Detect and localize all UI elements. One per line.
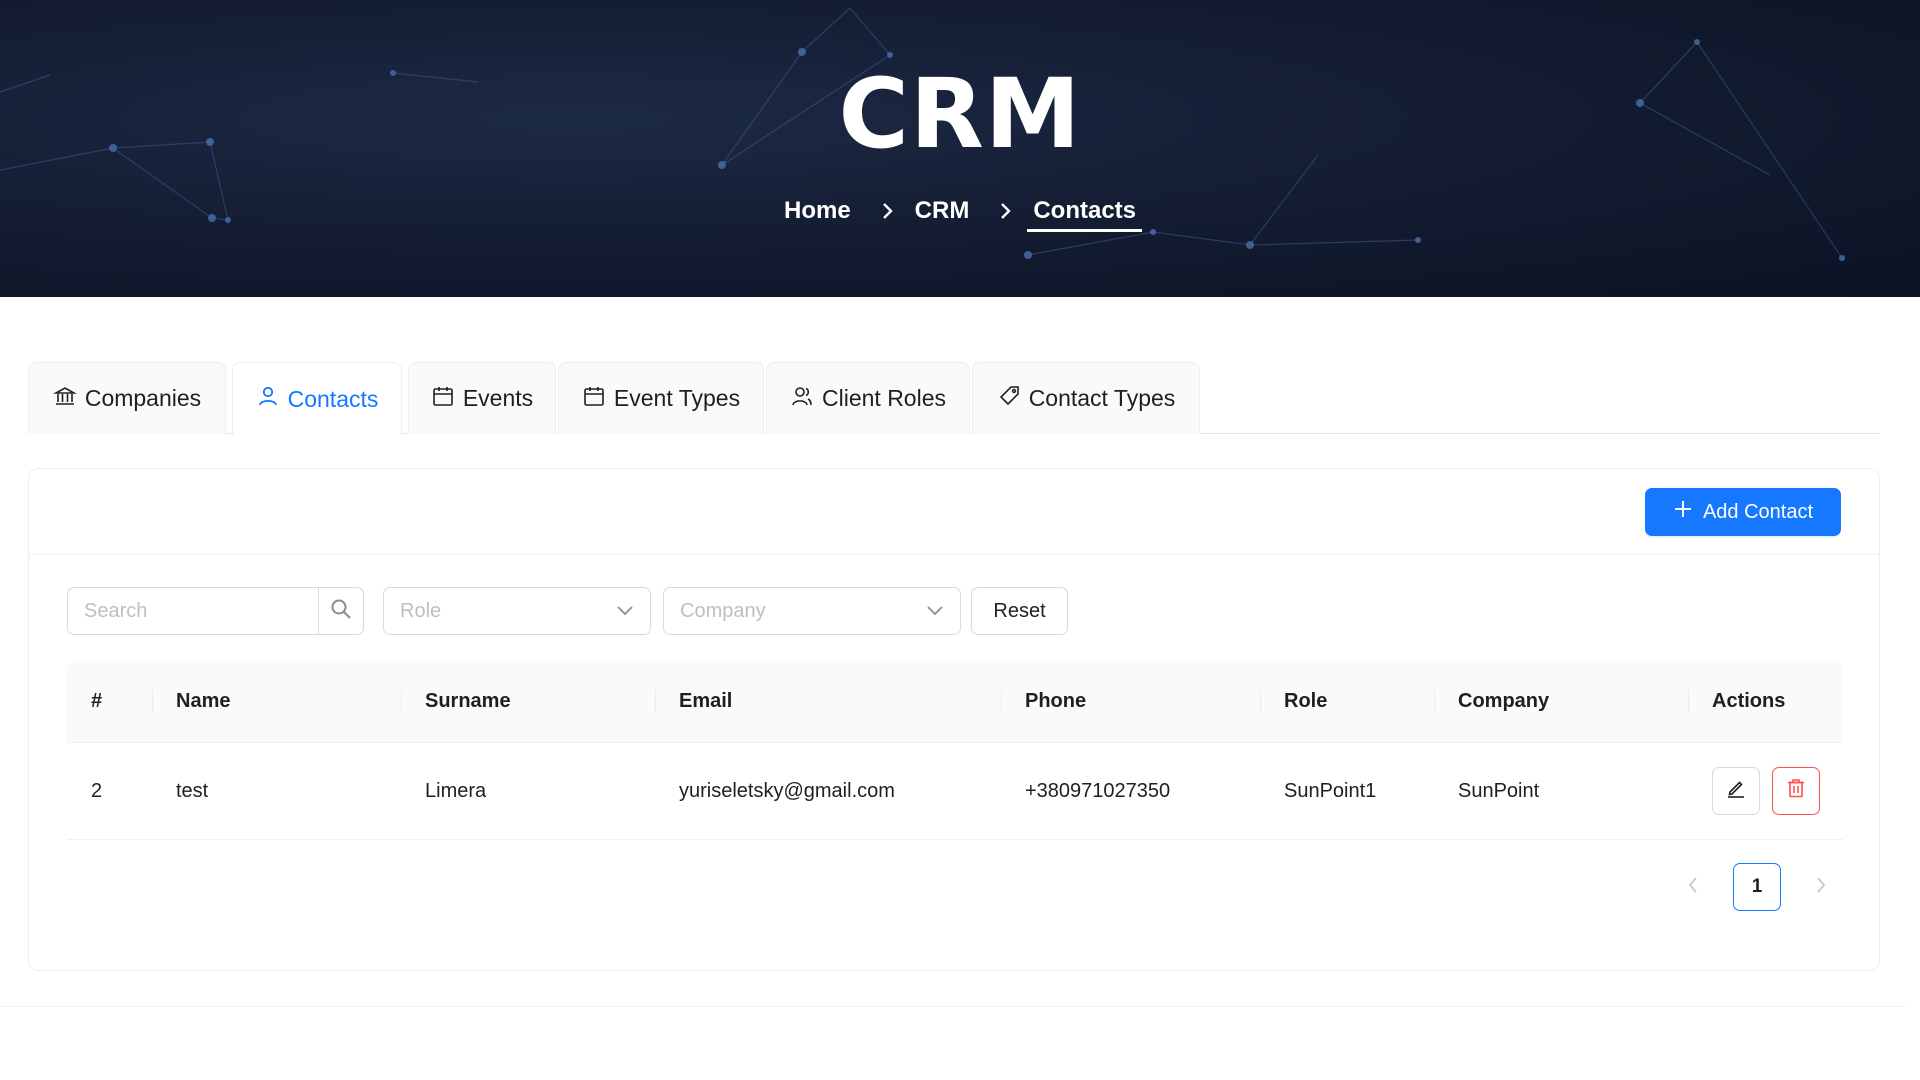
edit-button[interactable] [1712, 767, 1760, 815]
cell-phone: +380971027350 [1025, 779, 1171, 802]
cell-email: yuriseletsky@gmail.com [679, 779, 895, 802]
tab-events[interactable]: Events [408, 362, 556, 434]
column-header-index: # [91, 690, 103, 712]
table-row: 2 test Limera yuriseletsky@gmail.com +38… [67, 743, 1843, 840]
table-header: # Name Surname Email Phone Role Company … [67, 661, 1843, 743]
breadcrumb-contacts: Contacts [1027, 197, 1143, 232]
tab-label: Companies [84, 385, 202, 411]
company-placeholder: Company [680, 599, 766, 622]
pagination: 1 [1673, 863, 1841, 911]
plus-icon [1673, 499, 1693, 525]
contacts-table: # Name Surname Email Phone Role Company … [67, 661, 1843, 840]
user-icon [256, 384, 280, 414]
page-divider [0, 1006, 1906, 1007]
cell-index: 2 [91, 779, 103, 802]
cell-actions [1712, 743, 1820, 839]
role-placeholder: Role [400, 599, 442, 622]
trash-icon [1785, 777, 1807, 805]
tab-client-roles[interactable]: Client Roles [766, 362, 970, 434]
tab-contact-types[interactable]: Contact Types [972, 362, 1200, 434]
search-button[interactable] [318, 587, 364, 635]
chevron-right-icon [1815, 876, 1827, 899]
tab-label: Client Roles [822, 385, 946, 411]
role-select[interactable]: Role [383, 587, 651, 635]
chevron-right-icon [995, 200, 1017, 222]
column-header-actions: Actions [1688, 661, 1785, 742]
tab-event-types[interactable]: Event Types [558, 362, 764, 434]
calendar-icon [431, 384, 455, 414]
tab-label: Contacts [287, 385, 379, 412]
column-header-phone: Phone [1001, 661, 1086, 742]
bank-icon [52, 384, 77, 414]
breadcrumb-crm[interactable]: CRM [909, 197, 976, 225]
chevron-down-icon [926, 600, 944, 623]
column-header-name: Name [152, 661, 230, 742]
breadcrumb: Home CRM Contacts [0, 190, 1920, 232]
cell-company: SunPoint [1458, 779, 1540, 802]
column-header-role: Role [1260, 661, 1327, 742]
breadcrumb-home[interactable]: Home [778, 197, 857, 225]
delete-button[interactable] [1772, 767, 1820, 815]
reset-button[interactable]: Reset [971, 587, 1068, 635]
tab-companies[interactable]: Companies [28, 362, 226, 434]
calendar-icon [582, 384, 606, 414]
edit-icon [1725, 777, 1747, 805]
chevron-right-icon [877, 200, 899, 222]
search-group [67, 587, 364, 635]
add-contact-button[interactable]: Add Contact [1645, 488, 1841, 536]
users-icon [790, 384, 814, 414]
tab-bar: Companies Contacts Events Event Types Cl… [28, 362, 1880, 435]
page-number[interactable]: 1 [1733, 863, 1781, 911]
tab-label: Event Types [613, 385, 741, 411]
cell-name: test [176, 779, 209, 802]
tab-label: Contact Types [1028, 385, 1176, 411]
cell-role: SunPoint1 [1284, 779, 1377, 802]
tag-icon [997, 384, 1021, 414]
hero-banner: CRM Home CRM Contacts [0, 0, 1920, 297]
chevron-down-icon [616, 600, 634, 623]
contacts-card: Add Contact Role Company Reset [28, 468, 1880, 971]
column-header-surname: Surname [401, 661, 511, 742]
company-select[interactable]: Company [663, 587, 961, 635]
column-header-email: Email [655, 661, 732, 742]
prev-page-button[interactable] [1673, 863, 1713, 911]
tab-contacts[interactable]: Contacts [232, 362, 402, 435]
next-page-button[interactable] [1801, 863, 1841, 911]
column-header-company: Company [1434, 661, 1549, 742]
add-contact-label: Add Contact [1702, 500, 1814, 523]
card-header: Add Contact [29, 469, 1879, 555]
page-title: CRM [838, 58, 1082, 170]
chevron-left-icon [1687, 876, 1699, 899]
search-input[interactable] [67, 587, 318, 635]
tab-label: Events [462, 385, 534, 411]
search-icon [330, 598, 352, 625]
cell-surname: Limera [425, 779, 487, 802]
